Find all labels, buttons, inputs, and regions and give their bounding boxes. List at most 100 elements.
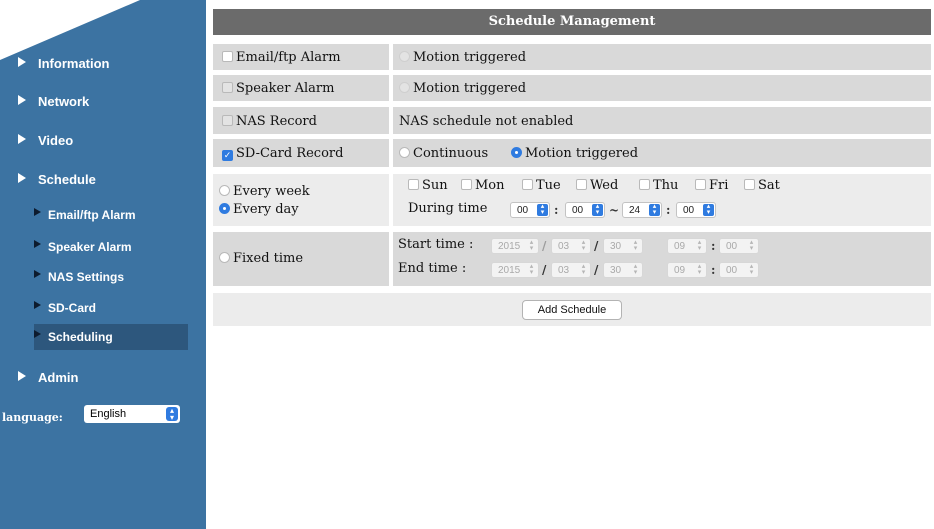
sd-motion-radio[interactable] [511, 147, 522, 158]
fixed-time-radio[interactable] [219, 252, 230, 263]
start-month-select[interactable]: 03 ▴ ▾ [551, 238, 591, 254]
sd-motion-option[interactable]: Motion triggered [511, 146, 638, 161]
nas-record-checkbox[interactable] [222, 115, 233, 126]
select-stepper-icon: ▴ ▾ [649, 203, 660, 216]
start-minute-select[interactable]: 00 ▴ ▾ [719, 238, 759, 254]
email-ftp-alarm-checkbox[interactable] [222, 51, 233, 62]
end-month-select[interactable]: 03 ▴ ▾ [551, 262, 591, 278]
subnav-email-ftp-alarm[interactable]: Email/ftp Alarm [34, 208, 136, 222]
end-year-value: 2015 [498, 265, 521, 276]
day-sun[interactable]: Sun [408, 178, 448, 193]
sd-continuous-option[interactable]: Continuous [399, 146, 488, 161]
nav-schedule[interactable]: Schedule [18, 172, 96, 187]
arrow-right-icon [34, 301, 41, 309]
row-sd-card-record: ✓ SD-Card Record Continuous Motion trigge… [213, 139, 931, 167]
speaker-motion-option[interactable]: Motion triggered [399, 81, 526, 96]
add-schedule-button[interactable]: Add Schedule [522, 300, 622, 320]
day-thu-label: Thu [653, 178, 679, 193]
email-ftp-alarm-options: Motion triggered [393, 44, 931, 70]
day-thu-checkbox[interactable] [639, 179, 650, 190]
fixed-time-label: Fixed time [233, 251, 304, 266]
select-stepper-icon: ▴ ▾ [697, 263, 702, 276]
day-wed[interactable]: Wed [576, 178, 618, 193]
colon-separator: : [554, 203, 559, 217]
email-ftp-motion-radio[interactable] [399, 51, 410, 62]
day-tue-checkbox[interactable] [522, 179, 533, 190]
start-day-select[interactable]: 30 ▴ ▾ [603, 238, 643, 254]
sd-card-record-checkbox[interactable]: ✓ [222, 150, 233, 161]
email-ftp-alarm-label: Email/ftp Alarm [236, 50, 341, 65]
end-minute-select[interactable]: 00 ▴ ▾ [719, 262, 759, 278]
every-week-label: Every week [233, 184, 310, 199]
every-day-option[interactable]: Every day [219, 202, 299, 217]
colon-separator: : [711, 239, 716, 253]
every-week-radio[interactable] [219, 185, 230, 196]
start-year-select[interactable]: 2015 ▴ ▾ [491, 238, 539, 254]
speaker-motion-radio[interactable] [399, 82, 410, 93]
corner-decoration [0, 0, 140, 60]
day-mon[interactable]: Mon [461, 178, 505, 193]
email-ftp-alarm-option[interactable]: Email/ftp Alarm [222, 50, 341, 65]
day-sun-checkbox[interactable] [408, 179, 419, 190]
email-ftp-motion-option[interactable]: Motion triggered [399, 50, 526, 65]
panel-title: Schedule Management [213, 9, 931, 35]
day-fri[interactable]: Fri [695, 178, 728, 193]
start-hour-select[interactable]: 09 ▴ ▾ [667, 238, 707, 254]
select-stepper-icon: ▴ ▾ [537, 203, 548, 216]
sd-continuous-radio[interactable] [399, 147, 410, 158]
day-tue-label: Tue [536, 178, 561, 193]
select-stepper-icon: ▴ ▾ [581, 239, 586, 252]
speaker-alarm-checkbox[interactable] [222, 82, 233, 93]
slash-separator: / [542, 263, 547, 277]
during-end-minute-select[interactable]: 00 ▴ ▾ [676, 202, 716, 218]
speaker-alarm-option[interactable]: Speaker Alarm [222, 81, 334, 96]
every-week-option[interactable]: Every week [219, 184, 310, 199]
day-tue[interactable]: Tue [522, 178, 561, 193]
subnav-nas-settings[interactable]: NAS Settings [34, 270, 124, 284]
end-hour-select[interactable]: 09 ▴ ▾ [667, 262, 707, 278]
subnav-scheduling-label: Scheduling [48, 330, 113, 344]
nav-network[interactable]: Network [18, 94, 89, 109]
end-month-value: 03 [558, 265, 570, 276]
nav-video-label: Video [38, 133, 74, 148]
repeat-detail-cell: Sun Mon Tue Wed Thu Fri Sat During time … [393, 174, 931, 226]
sd-card-record-cell: ✓ SD-Card Record [213, 139, 389, 167]
email-ftp-alarm-cell: Email/ftp Alarm [213, 44, 389, 70]
subnav-email-ftp-alarm-label: Email/ftp Alarm [48, 208, 136, 222]
day-thu[interactable]: Thu [639, 178, 678, 193]
select-stepper-icon: ▴ ▾ [749, 239, 754, 252]
language-select[interactable]: English ▴ ▾ [84, 405, 180, 423]
end-hour-value: 09 [674, 265, 686, 276]
slash-separator: / [594, 239, 599, 253]
nav-video[interactable]: Video [18, 133, 73, 148]
colon-separator: : [666, 203, 671, 217]
every-day-radio[interactable] [219, 203, 230, 214]
nas-record-option[interactable]: NAS Record [222, 114, 317, 129]
subnav-sd-card[interactable]: SD-Card [34, 301, 96, 315]
sd-card-record-option[interactable]: ✓ SD-Card Record [222, 146, 343, 161]
nav-information[interactable]: Information [18, 56, 110, 71]
speaker-alarm-options: Motion triggered [393, 75, 931, 101]
during-end-hour-select[interactable]: 24 ▴ ▾ [622, 202, 662, 218]
nas-record-label: NAS Record [236, 114, 317, 129]
arrow-right-icon [34, 270, 41, 278]
subnav-speaker-alarm[interactable]: Speaker Alarm [34, 240, 132, 254]
sd-motion-label: Motion triggered [525, 146, 639, 161]
day-mon-label: Mon [475, 178, 505, 193]
nav-admin[interactable]: Admin [18, 370, 78, 385]
day-fri-checkbox[interactable] [695, 179, 706, 190]
day-sat[interactable]: Sat [744, 178, 780, 193]
day-wed-checkbox[interactable] [576, 179, 587, 190]
day-sat-checkbox[interactable] [744, 179, 755, 190]
select-stepper-icon: ▴ ▾ [749, 263, 754, 276]
during-start-minute-select[interactable]: 00 ▴ ▾ [565, 202, 605, 218]
fixed-time-option[interactable]: Fixed time [219, 251, 303, 266]
nas-record-cell: NAS Record [213, 107, 389, 134]
end-day-select[interactable]: 30 ▴ ▾ [603, 262, 643, 278]
start-month-value: 03 [558, 241, 570, 252]
during-start-hour-select[interactable]: 00 ▴ ▾ [510, 202, 550, 218]
end-year-select[interactable]: 2015 ▴ ▾ [491, 262, 539, 278]
subnav-scheduling[interactable]: Scheduling [34, 324, 188, 350]
day-mon-checkbox[interactable] [461, 179, 472, 190]
end-minute-value: 00 [726, 265, 738, 276]
